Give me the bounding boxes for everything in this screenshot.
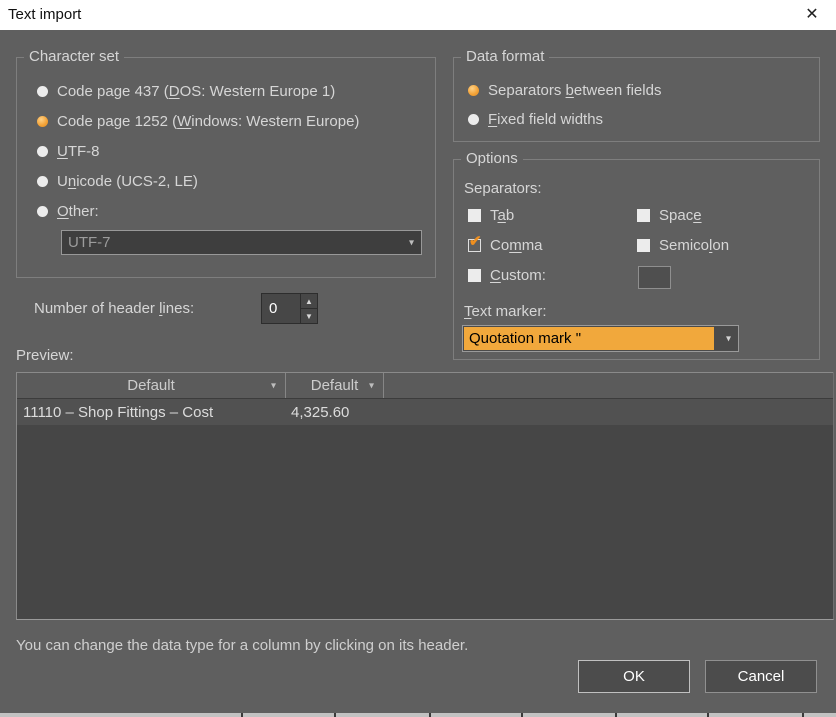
chevron-down-icon: ▾ — [726, 333, 731, 344]
ok-button[interactable]: OK — [578, 660, 690, 693]
other-encoding-value: UTF-7 — [62, 234, 111, 251]
column-header-1[interactable]: Default ▾ — [17, 373, 286, 398]
character-set-group: Character set Code page 437 (DOS: Wester… — [16, 57, 436, 278]
table-row[interactable]: 11110 – Shop Fittings – Cost 4,325.60 — [17, 399, 833, 425]
text-marker-dropdown[interactable]: Quotation mark " ▾ — [462, 325, 739, 352]
radio-utf-8[interactable]: UTF-8 — [37, 142, 100, 160]
checkbox-icon: ✔ — [637, 209, 650, 222]
dialog-title: Text import — [8, 0, 81, 30]
spinner-down-button[interactable]: ▼ — [301, 309, 317, 323]
title-bar: Text import ✕ — [0, 0, 836, 30]
hint-text: You can change the data type for a colum… — [16, 637, 468, 654]
cancel-button[interactable]: Cancel — [705, 660, 817, 693]
radio-icon — [37, 116, 48, 127]
text-marker-label: Text marker: — [464, 303, 547, 320]
checkbox-icon: ✔ — [468, 239, 481, 252]
header-lines-label: Number of header lines: — [34, 300, 194, 317]
radio-label: Code page 1252 (Windows: Western Europe) — [57, 113, 359, 130]
options-group: Options Separators: ✔ Tab ✔ Space ✔ Comm… — [453, 159, 820, 360]
check-icon: ✔ — [469, 234, 482, 249]
preview-table-header: Default ▾ Default ▾ — [17, 372, 833, 399]
character-set-group-label: Character set — [24, 48, 124, 65]
radio-code-page-1252[interactable]: Code page 1252 (Windows: Western Europe) — [37, 112, 359, 130]
cell-account: 11110 – Shop Fittings – Cost — [17, 404, 286, 421]
cell-amount: 4,325.60 — [286, 404, 384, 421]
spinner-value: 0 — [262, 294, 300, 323]
checkbox-comma[interactable]: ✔ Comma — [468, 236, 543, 254]
radio-icon — [37, 86, 48, 97]
data-format-group-label: Data format — [461, 48, 549, 65]
spinner-up-button[interactable]: ▲ — [301, 294, 317, 309]
text-import-dialog: Text import ✕ Character set Code page 43… — [0, 0, 836, 717]
other-encoding-dropdown[interactable]: UTF-7 ▾ — [61, 230, 422, 255]
data-format-group: Data format Separators between fields Fi… — [453, 57, 820, 142]
checkbox-icon: ✔ — [637, 239, 650, 252]
radio-icon — [37, 206, 48, 217]
options-group-label: Options — [461, 150, 523, 167]
text-marker-value: Quotation mark " — [464, 327, 714, 350]
radio-label: UTF-8 — [57, 143, 100, 160]
radio-fixed-field-widths[interactable]: Fixed field widths — [468, 110, 603, 128]
radio-label: Unicode (UCS-2, LE) — [57, 173, 198, 190]
preview-table: Default ▾ Default ▾ 11110 – Shop Fitting… — [16, 372, 834, 620]
checkbox-semicolon[interactable]: ✔ Semicolon — [637, 236, 729, 254]
radio-separators-between-fields[interactable]: Separators between fields — [468, 81, 661, 99]
radio-icon — [468, 85, 479, 96]
custom-separator-input[interactable] — [638, 266, 671, 289]
header-lines-spinner[interactable]: 0 ▲ ▼ — [261, 293, 318, 324]
radio-code-page-437[interactable]: Code page 437 (DOS: Western Europe 1) — [37, 82, 335, 100]
radio-unicode-ucs2[interactable]: Unicode (UCS-2, LE) — [37, 172, 198, 190]
checkbox-label: Semicolon — [659, 237, 729, 254]
background-window-edge — [0, 713, 836, 717]
radio-label: Code page 437 (DOS: Western Europe 1) — [57, 83, 335, 100]
radio-icon — [37, 176, 48, 187]
checkbox-label: Custom: — [490, 267, 546, 284]
preview-label: Preview: — [16, 347, 74, 364]
column-type-label: Default — [127, 377, 175, 394]
spinner-buttons: ▲ ▼ — [300, 294, 317, 323]
down-arrow-icon: ▼ — [305, 312, 313, 321]
separators-label: Separators: — [464, 180, 542, 197]
radio-label: Separators between fields — [488, 82, 661, 99]
checkbox-label: Tab — [490, 207, 514, 224]
checkbox-label: Space — [659, 207, 702, 224]
chevron-down-icon: ▾ — [271, 380, 276, 391]
checkbox-icon: ✔ — [468, 209, 481, 222]
checkbox-icon: ✔ — [468, 269, 481, 282]
radio-icon — [468, 114, 479, 125]
chevron-down-icon: ▾ — [369, 380, 374, 391]
radio-label: Other: — [57, 203, 99, 220]
radio-label: Fixed field widths — [488, 111, 603, 128]
close-icon[interactable]: ✕ — [799, 0, 825, 30]
column-header-2[interactable]: Default ▾ — [286, 373, 384, 398]
radio-other[interactable]: Other: — [37, 202, 99, 220]
up-arrow-icon: ▲ — [305, 297, 313, 306]
checkbox-label: Comma — [490, 237, 543, 254]
column-type-label: Default — [311, 377, 359, 394]
chevron-down-icon: ▾ — [409, 237, 414, 248]
checkbox-tab[interactable]: ✔ Tab — [468, 206, 514, 224]
column-header-empty — [384, 373, 833, 398]
checkbox-space[interactable]: ✔ Space — [637, 206, 702, 224]
checkbox-custom[interactable]: ✔ Custom: — [468, 266, 546, 284]
radio-icon — [37, 146, 48, 157]
